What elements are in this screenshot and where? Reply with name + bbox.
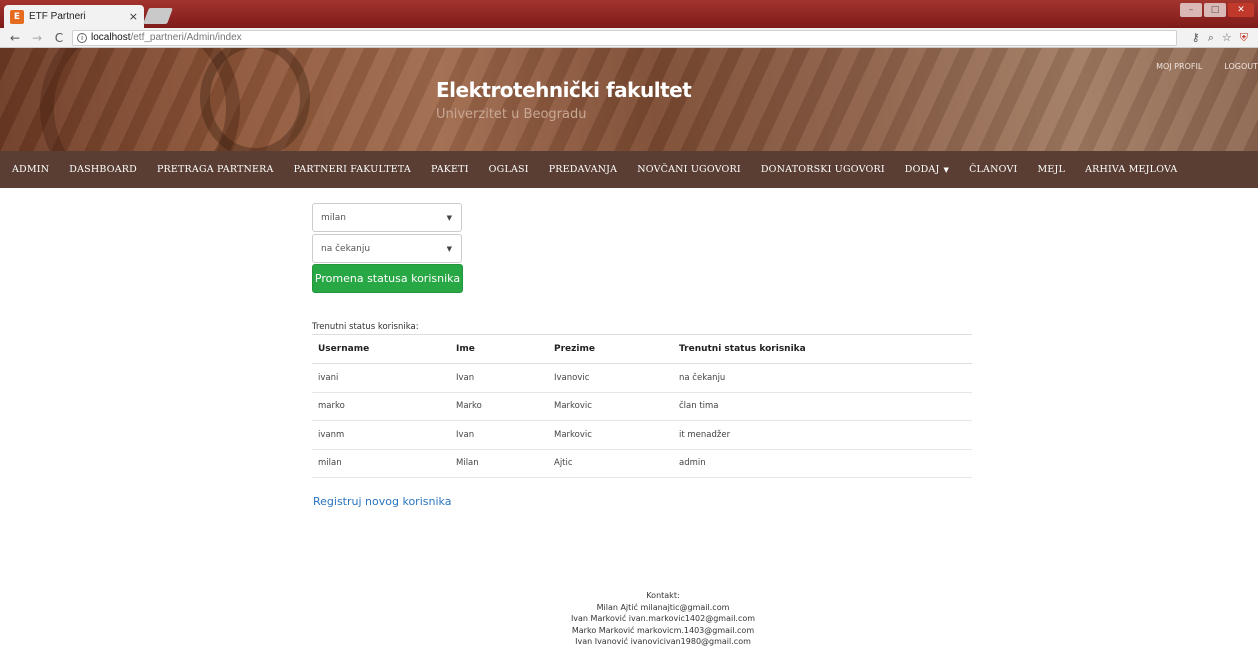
nav-faculty-partners[interactable]: PARTNERI FAKULTETA bbox=[294, 164, 411, 175]
select-arrow-icon: ▼ bbox=[446, 214, 452, 222]
new-tab-button[interactable] bbox=[143, 8, 173, 24]
table-caption: Trenutni status korisnika: bbox=[312, 322, 419, 332]
browser-tab[interactable]: E ETF Partneri × bbox=[4, 5, 144, 28]
cell-last-name: Markovic bbox=[548, 392, 673, 421]
etf-favicon-icon: E bbox=[10, 9, 24, 24]
table-row: ivanm Ivan Markovic it menadžer bbox=[312, 420, 972, 450]
footer-contact-label: Kontakt: bbox=[646, 591, 680, 600]
footer-contact-line: Milan Ajtić milanajtic@gmail.com bbox=[596, 602, 730, 612]
footer-contact-line: Marko Marković markovicm.1403@gmail.com bbox=[571, 625, 755, 635]
header-banner: Elektrotehnički fakultet Univerzitet u B… bbox=[0, 48, 1258, 151]
toolbar-icons: ⚷ ⌕ ☆ ⛨ bbox=[1192, 31, 1248, 45]
my-profile-link[interactable]: MOJ PROFIL bbox=[1156, 62, 1202, 71]
nav-mail[interactable]: MEJL bbox=[1037, 164, 1065, 175]
register-user-link[interactable]: Registruj novog korisnika bbox=[313, 495, 451, 508]
university-subtitle: Univerzitet u Beogradu bbox=[436, 107, 587, 122]
header-username: Username bbox=[312, 334, 450, 364]
cell-status: član tima bbox=[673, 392, 972, 421]
top-links: MOJ PROFIL LOGOUT bbox=[1156, 62, 1258, 71]
status-select[interactable]: na čekanju ▼ bbox=[312, 234, 462, 263]
main-navbar: ADMIN DASHBOARD PRETRAGA PARTNERA PARTNE… bbox=[0, 151, 1258, 188]
table-header-row: Username Ime Prezime Trenutni status kor… bbox=[312, 334, 972, 364]
back-arrow-icon[interactable]: ← bbox=[8, 31, 22, 45]
nav-lectures[interactable]: PREDAVANJA bbox=[549, 164, 618, 175]
header-first-name: Ime bbox=[450, 334, 548, 364]
address-bar: ← → C i localhost/etf_partneri/Admin/ind… bbox=[0, 28, 1258, 48]
table-row: marko Marko Markovic član tima bbox=[312, 392, 972, 421]
tab-close-icon[interactable]: × bbox=[129, 10, 138, 23]
status-select-value: na čekanju bbox=[321, 243, 371, 254]
faculty-title: Elektrotehnički fakultet bbox=[436, 78, 692, 102]
nav-donor-contracts[interactable]: DONATORSKI UGOVORI bbox=[761, 164, 885, 175]
url-host: localhost bbox=[91, 32, 131, 43]
minimize-icon[interactable]: – bbox=[1180, 3, 1202, 17]
extension-shield-icon[interactable]: ⛨ bbox=[1240, 31, 1248, 45]
cell-status: na čekanju bbox=[673, 363, 972, 393]
user-select[interactable]: milan ▼ bbox=[312, 203, 462, 232]
window-controls: – □ ✕ bbox=[1180, 3, 1254, 17]
users-table: Username Ime Prezime Trenutni status kor… bbox=[312, 334, 972, 478]
user-select-value: milan bbox=[321, 212, 346, 223]
nav-ads[interactable]: OGLASI bbox=[489, 164, 529, 175]
logout-link[interactable]: LOGOUT bbox=[1224, 62, 1258, 71]
browser-tab-bar: E ETF Partneri × – □ ✕ bbox=[0, 0, 1258, 28]
cell-last-name: Ivanovic bbox=[548, 363, 673, 393]
nav-admin[interactable]: ADMIN bbox=[12, 164, 49, 175]
nav-dashboard[interactable]: DASHBOARD bbox=[69, 164, 137, 175]
select-arrow-icon: ▼ bbox=[446, 245, 452, 253]
cell-first-name: Marko bbox=[450, 392, 548, 421]
nav-mail-archive[interactable]: ARHIVA MEJLOVA bbox=[1085, 164, 1177, 175]
cell-username: milan bbox=[312, 449, 450, 478]
zoom-icon[interactable]: ⌕ bbox=[1208, 31, 1214, 45]
nav-add-label: DODAJ bbox=[904, 164, 940, 175]
maximize-icon[interactable]: □ bbox=[1204, 3, 1226, 17]
url-input[interactable]: i localhost/etf_partneri/Admin/index bbox=[72, 29, 1177, 46]
key-icon[interactable]: ⚷ bbox=[1192, 31, 1200, 45]
forward-arrow-icon[interactable]: → bbox=[30, 31, 44, 45]
footer-contacts: Kontakt: Milan Ajtić milanajtic@gmail.co… bbox=[500, 590, 826, 648]
url-path: /etf_partneri/Admin/index bbox=[130, 32, 242, 43]
change-status-button[interactable]: Promena statusa korisnika bbox=[312, 264, 463, 293]
cell-status: it menadžer bbox=[673, 420, 972, 450]
table-row: ivani Ivan Ivanovic na čekanju bbox=[312, 363, 972, 393]
table-row: milan Milan Ajtic admin bbox=[312, 449, 972, 478]
cell-username: ivani bbox=[312, 363, 450, 393]
close-window-icon[interactable]: ✕ bbox=[1228, 3, 1254, 17]
footer-contact-line: Ivan Ivanović ivanovicivan1980@gmail.com bbox=[575, 637, 751, 646]
banner-emblem-decoration bbox=[200, 48, 310, 151]
tab-title: ETF Partneri bbox=[29, 11, 86, 22]
caret-down-icon: ▼ bbox=[943, 166, 950, 174]
nav-add-dropdown[interactable]: DODAJ ▼ bbox=[905, 164, 949, 175]
cell-username: marko bbox=[312, 392, 450, 421]
footer-contact-line: Ivan Marković ivan.markovic1402@gmail.co… bbox=[570, 614, 756, 623]
cell-last-name: Ajtic bbox=[548, 449, 673, 478]
header-status: Trenutni status korisnika bbox=[673, 334, 972, 364]
cell-last-name: Markovic bbox=[548, 420, 673, 450]
cell-first-name: Ivan bbox=[450, 420, 548, 450]
cell-first-name: Milan bbox=[450, 449, 548, 478]
reload-icon[interactable]: C bbox=[52, 31, 66, 45]
nav-packages[interactable]: PAKETI bbox=[431, 164, 469, 175]
nav-money-contracts[interactable]: NOVČANI UGOVORI bbox=[637, 164, 741, 175]
nav-members[interactable]: ČLANOVI bbox=[969, 164, 1017, 175]
header-last-name: Prezime bbox=[548, 334, 673, 364]
nav-partner-search[interactable]: PRETRAGA PARTNERA bbox=[157, 164, 274, 175]
cell-username: ivanm bbox=[312, 420, 450, 450]
info-icon[interactable]: i bbox=[77, 32, 87, 43]
bookmark-star-icon[interactable]: ☆ bbox=[1222, 31, 1232, 45]
cell-first-name: Ivan bbox=[450, 363, 548, 393]
cell-status: admin bbox=[673, 449, 972, 478]
